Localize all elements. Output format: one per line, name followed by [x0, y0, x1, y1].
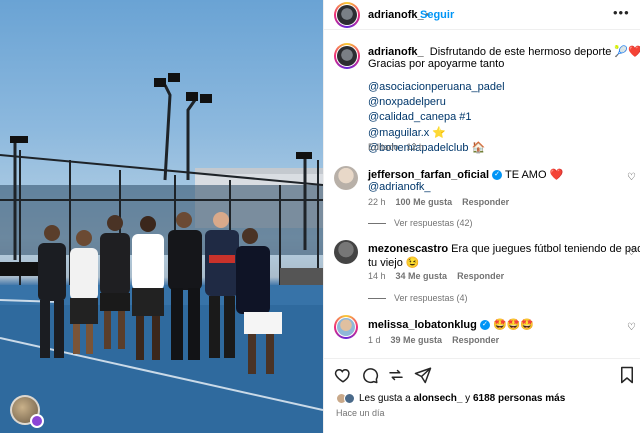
like-comment-heart-icon[interactable]: ♡ [627, 172, 636, 183]
view-replies-label: Ver respuestas (42) [394, 218, 473, 228]
caption-edited: Editado · 12 h [368, 142, 425, 152]
post-time-ago[interactable]: Hace un día [336, 408, 385, 418]
comment-text: Era que juegues fútbol teniendo de padri… [451, 243, 640, 255]
comment-text: 🤩🤩🤩 [492, 319, 535, 331]
author-username[interactable]: adrianofk_ [368, 9, 424, 21]
likes-joiner: y [462, 393, 473, 404]
mention-link[interactable]: @maguilar.x ⭐ [368, 126, 446, 139]
comment-likes[interactable]: 39 Me gusta [391, 335, 443, 345]
like-heart-icon[interactable] [334, 366, 352, 384]
post-actions: Les gusta a alonsech_ y 6188 personas má… [324, 358, 640, 433]
comment-meta: 14 h 34 Me gusta Responder [368, 271, 504, 281]
view-replies-button[interactable]: Ver respuestas (42) [368, 218, 473, 228]
share-send-icon[interactable] [414, 366, 432, 384]
comment-second-line: tu viejo 😉 [368, 257, 420, 269]
likes-prefix: Les gusta a [359, 393, 414, 404]
verified-badge-icon: ✓ [479, 320, 490, 331]
comment-likes[interactable]: 34 Me gusta [396, 271, 448, 281]
replies-line [368, 223, 386, 225]
comment-text: TE AMO ❤️ [504, 169, 564, 181]
comment-username[interactable]: mezonescastro [368, 243, 448, 255]
comment-mention[interactable]: @adrianofk_ [368, 181, 431, 193]
mention-link[interactable]: @noxpadelperu [368, 96, 446, 108]
comment-first-line: mezonescastro Era que juegues fútbol ten… [368, 243, 640, 255]
liker-avatar[interactable] [344, 393, 355, 404]
likes-count[interactable]: 6188 personas más [473, 393, 565, 404]
comment-username[interactable]: jefferson_farfan_oficial [368, 169, 489, 181]
caption-first-line: adrianofk_ Disfrutando de este hermoso d… [368, 45, 640, 58]
story-ring[interactable] [334, 2, 360, 28]
reply-button[interactable]: Responder [457, 271, 504, 281]
comment-bubble-icon[interactable] [361, 366, 379, 384]
repost-icon[interactable] [387, 366, 405, 384]
comment-time[interactable]: 1 d [368, 335, 381, 345]
liker-username[interactable]: alonsech_ [413, 393, 462, 404]
comment-username[interactable]: melissa_lobatonklug [368, 319, 477, 331]
comment-likes[interactable]: 100 Me gusta [396, 197, 453, 207]
commenter-avatar[interactable] [334, 240, 358, 264]
likes-summary[interactable]: Les gusta a alonsech_ y 6188 personas má… [359, 393, 565, 404]
view-replies-button[interactable]: Ver respuestas (4) [368, 293, 468, 303]
post-photo[interactable] [0, 0, 323, 433]
like-comment-heart-icon[interactable]: ♡ [627, 322, 636, 333]
save-bookmark-icon[interactable] [619, 366, 635, 384]
comment-first-line: jefferson_farfan_oficial ✓ TE AMO ❤️ [368, 168, 563, 181]
padel-court-photo [0, 73, 323, 433]
author-avatar[interactable] [337, 5, 357, 25]
view-replies-label: Ver respuestas (4) [394, 293, 468, 303]
caption-second-line: Gracias por apoyarme tanto [368, 58, 505, 70]
mention-link[interactable]: @calidad_canepa #1 [368, 111, 472, 123]
caption-text: Disfrutando de este hermoso deporte 🎾❤️ [429, 46, 640, 58]
comment-meta: 1 d 39 Me gusta Responder [368, 335, 499, 345]
caption-username[interactable]: adrianofk_ [368, 46, 424, 58]
more-icon[interactable]: ••• [613, 5, 630, 20]
verified-badge-icon: ✓ [492, 170, 503, 181]
reply-button[interactable]: Responder [462, 197, 509, 207]
like-comment-heart-icon[interactable]: ♡ [627, 247, 636, 258]
commenter-avatar[interactable] [334, 166, 358, 190]
mention-link[interactable]: @asociacionperuana_padel [368, 81, 505, 93]
reply-button[interactable]: Responder [452, 335, 499, 345]
caption-author-ring[interactable] [334, 43, 360, 69]
replies-line [368, 298, 386, 300]
caption-author-avatar[interactable] [337, 46, 357, 66]
tag-icon[interactable] [30, 414, 44, 428]
post-details-panel: adrianofk_ • Seguir ••• adrianofk_ Disfr… [323, 0, 640, 433]
comment-meta: 22 h 100 Me gusta Responder [368, 197, 509, 207]
commenter-avatar[interactable] [337, 318, 355, 336]
post-header: adrianofk_ • Seguir ••• [324, 0, 640, 30]
comment-time[interactable]: 22 h [368, 197, 386, 207]
follow-button[interactable]: Seguir [420, 9, 454, 21]
comment-time[interactable]: 14 h [368, 271, 386, 281]
comment-first-line: melissa_lobatonklug ✓ 🤩🤩🤩 [368, 318, 534, 331]
commenter-story-ring[interactable] [334, 315, 358, 339]
